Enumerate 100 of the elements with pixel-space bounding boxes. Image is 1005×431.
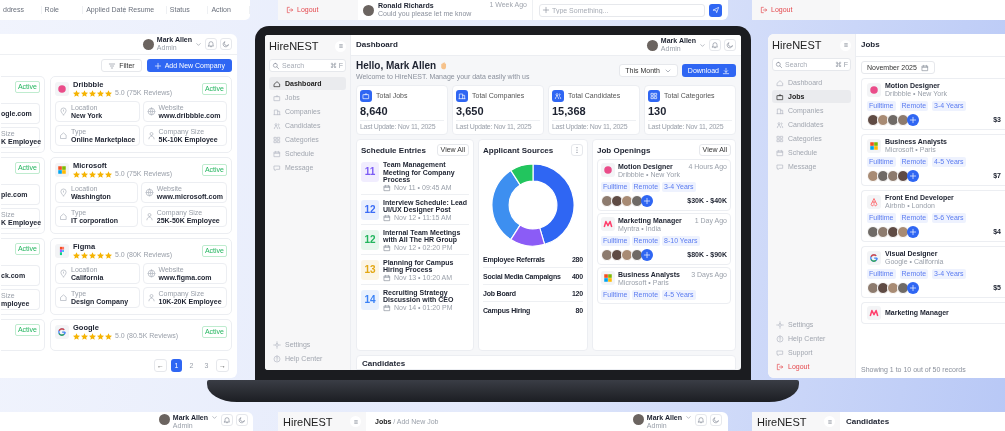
greeting-title: Hello, Mark Allen [356,60,437,71]
calendar-icon [383,213,391,222]
plus-icon [542,6,550,14]
avatar [646,39,658,51]
plus-icon [643,251,651,259]
moon-icon [222,40,230,48]
house-icon [59,293,68,302]
theme-button[interactable] [220,38,232,50]
add-button[interactable] [907,226,919,238]
bell-icon [223,416,231,424]
theme-button[interactable] [236,414,248,426]
avatar [601,195,613,207]
plus-icon [909,116,917,124]
people-icon [776,120,784,129]
notification-button[interactable] [695,414,707,426]
briefcase-icon [273,93,281,102]
avatar [877,114,889,126]
calendar-icon [383,303,391,312]
avatar [621,249,633,261]
brand-logo: HireNEST [283,416,333,428]
collapse-button[interactable] [824,416,835,427]
briefcase-icon [776,92,784,101]
theme-button[interactable] [710,414,722,426]
date-badge: 14 [361,289,379,310]
brand-logo: HireNEST [757,416,807,428]
chevron-down-icon [211,414,218,421]
home-icon [776,78,784,87]
globe-icon [144,188,154,197]
date-badge: 12 [361,199,379,220]
add-button[interactable] [907,170,919,182]
notification-button[interactable] [205,38,217,50]
building-icon [776,106,784,115]
waving-hand-icon [439,61,449,70]
avatar [158,414,170,425]
add-button[interactable] [907,114,919,126]
chevron-down-icon [195,40,202,48]
collapse-button[interactable] [350,416,361,427]
avatar [897,114,909,126]
brand-logo: HireNEST [269,40,319,52]
avatar [877,282,889,294]
stat-value: 8,640 [360,105,389,117]
add-button[interactable] [907,282,919,294]
logout-icon [286,6,294,14]
avatar [631,249,643,261]
logout-icon [760,6,768,14]
globe-icon [146,107,156,116]
notification-button[interactable] [709,39,721,51]
logout-icon [776,362,784,371]
add-button[interactable] [641,249,653,261]
avatar [867,114,879,126]
plus-icon [153,61,162,70]
more-button[interactable] [571,144,583,156]
date-badge: 12 [361,229,379,250]
chat-icon [776,162,784,171]
avatar [887,170,899,182]
avatar [897,170,909,182]
menu-icon [825,417,834,426]
add-button[interactable] [641,195,653,207]
card-title: Applicant Sources [483,145,554,155]
avatar [897,226,909,238]
stat-value: 130 [648,105,668,117]
gear-icon [273,340,281,349]
date-badge: 11 [361,162,379,182]
download-icon [722,66,730,75]
calendar-icon [383,243,391,252]
grid-icon [273,135,281,144]
collapse-button[interactable] [335,40,346,52]
calendar-icon [273,149,281,158]
avatar [877,170,889,182]
brand-logo: HireNEST [772,39,822,51]
avatar [632,414,644,425]
avatar [887,114,899,126]
more-icon [573,146,581,154]
bell-icon [711,41,719,49]
menu-icon [351,417,360,426]
stat-value: 3,650 [456,105,485,117]
send-button[interactable] [709,3,722,17]
search-icon [775,60,783,69]
avatar [601,249,613,261]
avatar [611,195,623,207]
card-title: Schedule Entries [361,145,426,155]
gear-icon [776,320,784,329]
collapse-button[interactable] [840,39,851,51]
avatar [631,195,643,207]
house-icon [59,131,68,140]
plus-icon [643,197,651,205]
calendar-icon [383,183,391,192]
page-title: Jobs [861,41,880,49]
theme-button[interactable] [724,39,736,51]
calendar-icon [920,63,929,72]
avatar [867,226,879,238]
avatar [363,4,374,16]
moon-icon [712,416,720,424]
home-icon [273,79,281,88]
card-title: Candidates [362,359,406,368]
grid-icon [776,134,784,143]
card-title: Job Openings [597,145,651,155]
bell-icon [697,416,705,424]
page-title: Candidates [846,418,890,426]
notification-button[interactable] [221,414,233,426]
